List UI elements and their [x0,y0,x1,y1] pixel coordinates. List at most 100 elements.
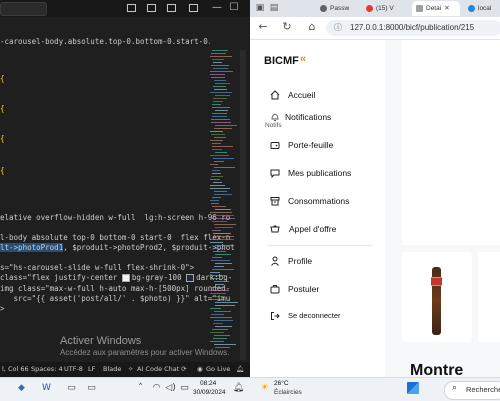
minimap-line [215,254,231,255]
weather-description[interactable]: Éclaircies [274,389,302,396]
minimap-line [213,62,222,63]
minimap-line [213,158,234,159]
encoding-status[interactable]: UTF-8 [64,365,83,373]
minimap-line [211,287,225,288]
tab-actions-icon[interactable]: ▣ [253,1,267,15]
volume-icon[interactable]: ◁) [164,382,177,395]
cursor-position[interactable]: l, Col 66 [2,365,29,373]
editor-scrollbar[interactable] [240,50,246,360]
minimap-line [214,248,224,249]
minimap-line [215,95,230,96]
product-thumbnail-next[interactable] [478,252,500,342]
sidebar-item-label: Porte-feuille [288,140,334,150]
sidebar-item-appel-d-offre[interactable]: Appel d'offre [270,221,380,239]
section-title: Montre [410,362,464,377]
archive-icon [270,197,280,206]
collapse-sidebar-icon[interactable]: « [300,53,306,65]
app-taskbar-icon[interactable]: ▭ [65,382,78,395]
battery-icon[interactable]: ▭ [178,382,191,395]
minimap-line [212,116,227,117]
browser-toolbar: ← ↻ ⌂ ⓘ 127.0.0.1:8000/bicf/publication/… [250,17,500,40]
minimap-line [213,101,223,102]
tab-passwords[interactable]: Passw [320,1,360,16]
command-center-search[interactable] [0,2,47,16]
minimap-line [215,263,232,264]
wifi-icon[interactable]: ◠ [150,382,163,395]
tab-youtube[interactable]: (15) V [366,1,408,16]
minimap-line [212,239,234,240]
sidebar-item-consommations[interactable]: Consommations [270,193,380,211]
notification-center-icon[interactable]: 🔔︎ [232,382,245,395]
customize-layout-icon[interactable] [189,4,198,12]
product-thumbnail[interactable] [402,252,472,342]
language-status[interactable]: Blade [103,365,121,373]
minimap-line [215,326,232,327]
brand-logo[interactable]: BICMF [264,55,299,67]
minimap-line [214,80,226,81]
color-swatch-icon [121,274,130,282]
sidebar-item-label: Notifications [285,112,332,122]
minimap-line [211,203,219,204]
sidebar-item-label: Mes publications [288,168,352,178]
minimap-line [210,200,219,201]
tab-localhost[interactable]: local [468,1,500,16]
sidebar-item-profile[interactable]: Profile [270,253,370,271]
minimap-line [211,77,225,78]
sidebar-item-se-deconnecter[interactable]: Se deconnecter [270,308,370,326]
sidebar-item-notifications[interactable]: Notifications [270,109,370,127]
show-hidden-icons-icon[interactable]: ˄ [134,382,147,395]
notifications-bell-icon[interactable]: 🔔︎ [236,365,244,373]
sync-icon[interactable]: ⟳ [181,365,186,373]
sidebar-divider [268,245,372,246]
indentation-status[interactable]: Spaces: 4 [31,365,63,373]
toggle-panel-icon[interactable] [147,4,156,12]
sidebar-item-accueil[interactable]: Accueil [270,87,370,105]
taskbar-search[interactable]: ⌕ Rechercher [444,381,500,400]
toggle-primary-sidebar-icon[interactable] [127,4,136,12]
minimap-line [211,260,230,261]
page-content: BICMF « Accueil Notifications Notifs Por… [250,40,500,377]
windows-start-icon[interactable] [407,382,419,394]
address-bar[interactable]: ⓘ 127.0.0.1:8000/bicf/publication/215 [326,20,500,36]
toggle-secondary-sidebar-icon[interactable] [167,4,176,12]
code-line[interactable]: lt->photoProd1, $produit->photoProd2, $p… [0,242,235,253]
refresh-icon[interactable]: ↻ [280,20,294,34]
tab-search-icon[interactable]: ▤ [267,1,281,15]
weather-icon[interactable]: ☀ [258,382,271,395]
minimap[interactable] [210,50,240,355]
minimap-line [212,257,222,258]
word-taskbar-icon[interactable]: W [40,382,53,395]
minimize-icon[interactable]: — [211,2,223,14]
maximize-icon[interactable]: ☐ [228,2,240,14]
home-button-icon[interactable]: ⌂ [305,20,319,34]
breadcrumb[interactable]: -carousel-body.absolute.top-0.bottom-0.s… [0,35,210,49]
sidebar-item-label: Accueil [288,90,316,100]
close-tab-icon[interactable]: ✕ [444,5,449,12]
url-text[interactable]: 127.0.0.1:8000/bicf/publication/215 [350,21,474,35]
minimap-line [210,332,224,333]
minimap-line [214,236,234,237]
tab-detail[interactable]: Detai ✕ [412,1,460,16]
minimap-line [215,245,233,246]
vscode-window: — ☐ -carousel-body.absolute.top-0.bottom… [0,0,250,377]
weather-temperature[interactable]: 26°C [274,380,289,387]
ai-code-chat[interactable]: AI Code Chat [137,365,179,373]
site-info-icon[interactable]: ⓘ [334,21,342,35]
sidebar-item-mes-publications[interactable]: Mes publications [270,165,380,183]
app-taskbar-icon[interactable]: ▭ [85,382,98,395]
minimap-line [212,299,223,300]
sidebar-item-porte-feuille[interactable]: Porte-feuille [270,137,370,155]
code-line[interactable]: src="{{ asset('post/all/' . $photo) }}" … [0,293,231,304]
eol-status[interactable]: LF [88,365,95,373]
clock-date[interactable]: 30/09/2024 [193,389,226,396]
back-icon[interactable]: ← [256,20,270,34]
minimap-line [210,290,229,291]
sidebar-item-postuler[interactable]: Postuler [270,281,370,299]
code-line[interactable]: elative overflow-hidden w-full lg:h-scre… [0,212,230,223]
vscode-taskbar-icon[interactable]: ◆ [15,382,28,395]
cigar-band [431,277,442,286]
go-live-button[interactable]: Go Live [206,365,230,373]
code-line[interactable]: > [0,303,5,314]
code-line[interactable]: class="flex justify-center bg-gray-100 d… [0,272,232,283]
clock-time[interactable]: 08:24 [200,380,216,387]
